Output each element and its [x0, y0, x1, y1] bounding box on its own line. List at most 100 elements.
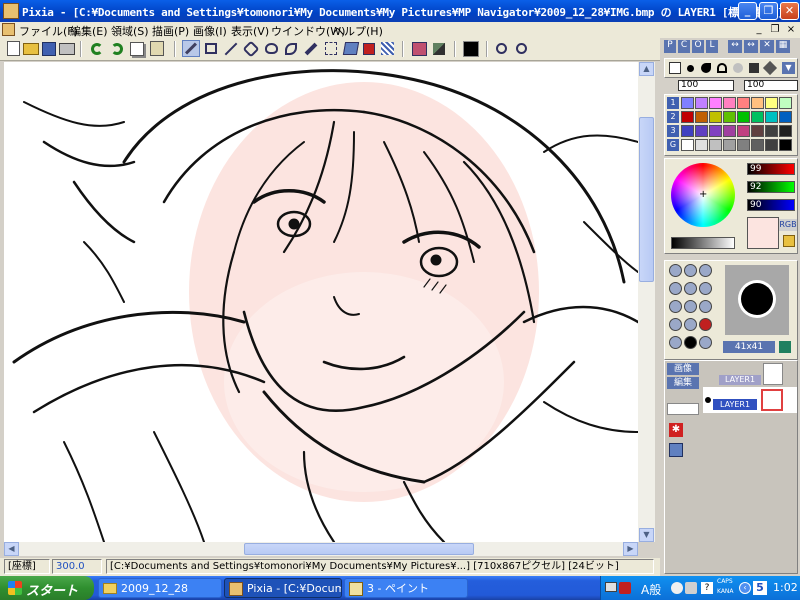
palette-swatch[interactable] — [723, 125, 736, 137]
tab-palette[interactable]: P — [664, 40, 676, 53]
palette-swatch[interactable] — [779, 111, 792, 123]
document-system-icon[interactable] — [2, 23, 15, 36]
mdi-minimize-icon[interactable]: _ — [752, 23, 766, 36]
vertical-scrollbar[interactable]: ▲ ▼ — [638, 62, 655, 542]
palette-swatch[interactable] — [779, 125, 792, 137]
brush-preset-icon[interactable] — [684, 282, 697, 295]
open-icon[interactable] — [22, 40, 40, 57]
layer-visible-icon[interactable] — [705, 397, 711, 403]
brush-preset-icon[interactable] — [684, 336, 697, 349]
restore-button[interactable]: ❐ — [759, 2, 778, 20]
color-wheel[interactable]: + — [671, 163, 735, 227]
brush-preset-icon[interactable] — [669, 336, 682, 349]
layer-opacity-field[interactable] — [667, 403, 699, 415]
edit-button[interactable]: 編集 — [667, 377, 699, 389]
palette-swatch[interactable] — [765, 111, 778, 123]
keyboard-icon[interactable] — [605, 582, 617, 592]
palette-swatch[interactable] — [695, 139, 708, 151]
scroll-right-icon[interactable]: ▶ — [623, 542, 638, 556]
palette-swatch[interactable] — [765, 97, 778, 109]
pixia-app-icon[interactable] — [3, 3, 19, 19]
panel-grid-icon[interactable]: ▦ — [776, 40, 790, 53]
layer-row-1[interactable]: LAYER1 — [703, 363, 797, 387]
start-button[interactable]: スタート — [0, 576, 94, 600]
tray-expand-icon[interactable]: ‹ — [739, 582, 751, 594]
brush-preset-icon[interactable] — [699, 264, 712, 277]
ime-tool-icon[interactable] — [671, 582, 683, 594]
tab-options[interactable]: O — [692, 40, 704, 53]
tab-layer[interactable]: L — [706, 40, 718, 53]
palette-swatch[interactable] — [779, 97, 792, 109]
palette-swatch[interactable] — [709, 139, 722, 151]
palette-swatch[interactable] — [695, 97, 708, 109]
marker-icon[interactable] — [360, 40, 378, 57]
palette-swatch[interactable] — [765, 139, 778, 151]
color-swatch-icon[interactable] — [462, 40, 480, 57]
tray-app-icon[interactable] — [619, 582, 631, 594]
brush-settings-icon[interactable] — [779, 341, 791, 353]
layer-stack-icon[interactable] — [669, 443, 683, 457]
horizontal-scrollbar[interactable]: ◀ ▶ — [4, 542, 638, 556]
copy-icon[interactable] — [128, 40, 146, 57]
layer-row-2[interactable]: LAYER1 — [703, 387, 797, 413]
red-slider[interactable]: 99 — [747, 163, 795, 175]
expand-v-icon[interactable]: ↔ — [744, 40, 758, 53]
brush-dropdown-icon[interactable]: ▼ — [782, 62, 795, 74]
rgb-mode-button[interactable]: RGB — [779, 219, 797, 231]
brush-preset-icon[interactable] — [669, 264, 682, 277]
print-icon[interactable] — [58, 40, 76, 57]
arc-brush-icon[interactable] — [717, 63, 727, 73]
soft-brush-icon[interactable] — [733, 63, 743, 73]
brush-preset-icon[interactable] — [684, 264, 697, 277]
palette-swatch[interactable] — [681, 139, 694, 151]
tray-5-icon[interactable]: 5 — [753, 581, 767, 595]
pen-shape-icon[interactable] — [669, 62, 681, 74]
title-bar[interactable]: Pixia - [C:¥Documents and Settings¥tomon… — [0, 0, 800, 22]
palette-swatch[interactable] — [723, 139, 736, 151]
rectangle-icon[interactable] — [202, 40, 220, 57]
zoom-out-icon[interactable] — [492, 40, 510, 57]
polygon-icon[interactable] — [242, 40, 260, 57]
palette-folder-icon[interactable] — [783, 235, 795, 247]
palette-swatch[interactable] — [709, 125, 722, 137]
square-brush-icon[interactable] — [749, 63, 759, 73]
brush-preset-icon[interactable] — [699, 282, 712, 295]
brush-preset-icon[interactable] — [669, 318, 682, 331]
brush-preset-icon[interactable] — [669, 282, 682, 295]
opacity-right-field[interactable]: 100 — [744, 80, 798, 91]
ime-dict-icon[interactable] — [685, 582, 697, 594]
minimize-button[interactable]: _ — [738, 2, 757, 20]
redo-icon[interactable] — [108, 40, 126, 57]
green-slider[interactable]: 92 — [747, 181, 795, 193]
zoom-in-icon[interactable] — [512, 40, 530, 57]
task-pixia[interactable]: Pixia - [C:¥Document... — [224, 578, 342, 598]
palette-swatch[interactable] — [681, 97, 694, 109]
diamond-brush-icon[interactable] — [762, 60, 778, 76]
menu-selection[interactable]: 領域(S) — [111, 23, 149, 39]
palette-swatch[interactable] — [709, 97, 722, 109]
task-folder-2009[interactable]: 2009_12_28 — [98, 578, 222, 598]
stamp-icon[interactable] — [410, 40, 428, 57]
palette-swatch[interactable] — [751, 139, 764, 151]
mdi-close-icon[interactable]: × — [784, 23, 798, 36]
brightness-slider[interactable] — [671, 237, 735, 249]
tab-color[interactable]: C — [678, 40, 690, 53]
dropper-icon[interactable] — [302, 40, 320, 57]
palette-swatch[interactable] — [695, 111, 708, 123]
brush-preset-icon[interactable] — [699, 318, 712, 331]
task-paint[interactable]: 3 - ペイント — [344, 578, 468, 598]
palette-swatch[interactable] — [737, 111, 750, 123]
menu-image[interactable]: 画像(I) — [193, 23, 227, 39]
lasso-icon[interactable] — [262, 40, 280, 57]
scroll-up-icon[interactable]: ▲ — [639, 62, 654, 76]
paste-icon[interactable] — [148, 40, 166, 57]
menu-view[interactable]: 表示(V) — [231, 23, 269, 39]
menu-help[interactable]: ヘルプ(H) — [333, 23, 383, 39]
brush-preset-icon[interactable] — [699, 336, 712, 349]
ime-mode-label[interactable]: A般 — [641, 581, 661, 598]
save-icon[interactable] — [40, 40, 58, 57]
fill-icon[interactable] — [342, 40, 360, 57]
expand-h-icon[interactable]: ↔ — [728, 40, 742, 53]
text-select-icon[interactable] — [322, 40, 340, 57]
panel-close-icon[interactable]: ✕ — [760, 40, 774, 53]
